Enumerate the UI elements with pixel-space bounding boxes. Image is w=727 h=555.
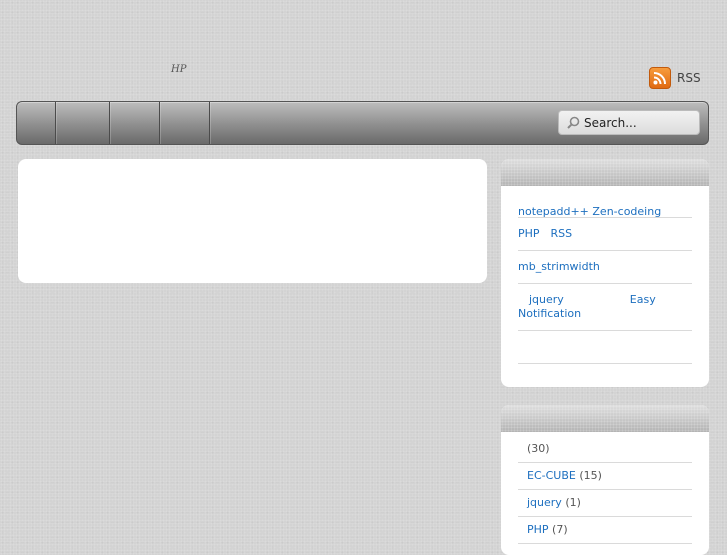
category-item: PHP (7) — [518, 517, 692, 544]
list-item: jquery Easy Notification — [518, 284, 692, 331]
category-count: (1) — [565, 496, 581, 509]
category-item: jquery (1) — [518, 490, 692, 517]
search-box — [558, 110, 700, 135]
recent-posts-title — [501, 159, 709, 186]
nav-item-4[interactable] — [160, 102, 210, 144]
main-content-panel — [18, 159, 487, 283]
category-item: EC-CUBE (15) — [518, 463, 692, 490]
recent-post-link[interactable]: notepadd++ Zen-codeing — [518, 205, 661, 218]
list-item: PHP RSS — [518, 218, 692, 251]
recent-post-link[interactable]: jquery Easy Notification — [518, 293, 659, 320]
recent-post-link[interactable]: PHP RSS — [518, 227, 572, 240]
category-count: (15) — [579, 469, 602, 482]
categories-title — [501, 405, 709, 432]
nav-item-2[interactable] — [56, 102, 110, 144]
main-navigation — [16, 101, 709, 145]
search-input[interactable] — [584, 115, 684, 130]
category-link[interactable]: jquery — [527, 496, 562, 509]
category-count: (30) — [527, 442, 550, 455]
list-item — [518, 331, 692, 364]
categories-list: (30) EC-CUBE (15) jquery (1) PHP (7) — [501, 436, 709, 544]
list-item: notepadd++ Zen-codeing — [518, 186, 692, 218]
rss-icon — [649, 67, 671, 89]
recent-posts-list: notepadd++ Zen-codeing PHP RSS mb_strimw… — [501, 186, 709, 364]
category-item: (30) — [518, 436, 692, 463]
search-icon — [567, 116, 580, 129]
nav-item-3[interactable] — [110, 102, 160, 144]
nav-item-1[interactable] — [17, 102, 56, 144]
categories-widget: (30) EC-CUBE (15) jquery (1) PHP (7) — [501, 405, 709, 555]
recent-posts-widget: notepadd++ Zen-codeing PHP RSS mb_strimw… — [501, 159, 709, 387]
list-item: mb_strimwidth — [518, 251, 692, 284]
rss-link[interactable]: RSS — [649, 67, 701, 89]
rss-label: RSS — [677, 71, 701, 85]
category-count: (7) — [552, 523, 568, 536]
recent-post-link[interactable]: mb_strimwidth — [518, 260, 600, 273]
category-link[interactable]: PHP — [527, 523, 549, 536]
category-link[interactable]: EC-CUBE — [527, 469, 576, 482]
site-tagline: HP — [171, 64, 187, 75]
